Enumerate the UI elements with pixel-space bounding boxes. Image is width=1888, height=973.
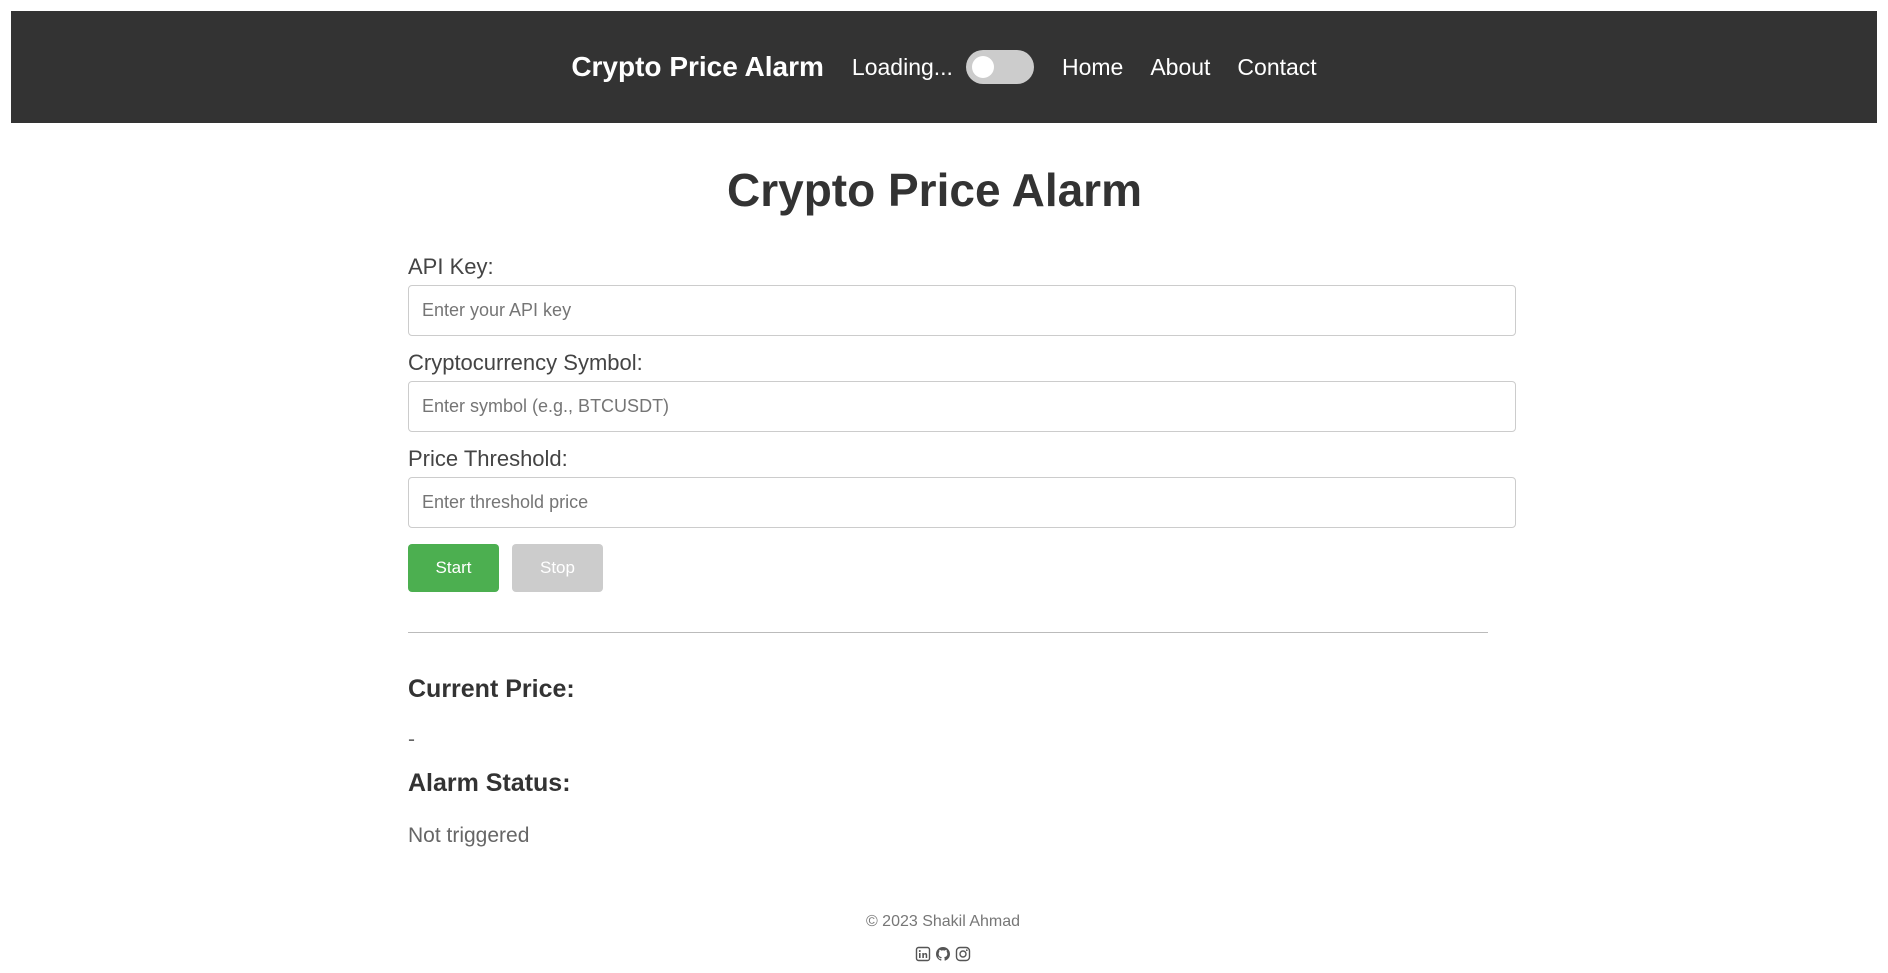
github-icon[interactable] <box>935 946 951 962</box>
navbar: Crypto Price Alarm Loading... Home About… <box>11 11 1877 123</box>
api-key-input[interactable] <box>408 285 1516 336</box>
threshold-label: Price Threshold: <box>408 446 568 471</box>
nav-link-home[interactable]: Home <box>1062 54 1123 81</box>
page-title: Crypto Price Alarm <box>727 164 1142 216</box>
start-button[interactable]: Start <box>408 544 499 592</box>
nav-link-about[interactable]: About <box>1150 54 1210 81</box>
threshold-input[interactable] <box>408 477 1516 528</box>
alarm-status-heading: Alarm Status: <box>408 769 571 797</box>
copyright-text: © 2023 Shakil Ahmad <box>865 913 1021 930</box>
social-links <box>0 946 1888 962</box>
divider <box>408 632 1488 633</box>
theme-toggle[interactable] <box>965 50 1034 84</box>
page: Crypto Price Alarm Loading... Home About… <box>0 0 1888 973</box>
current-price-heading: Current Price: <box>408 675 575 703</box>
brand-title: Crypto Price Alarm <box>571 51 824 82</box>
footer: © 2023 Shakil Ahmad <box>0 913 1888 962</box>
symbol-input[interactable] <box>408 381 1516 432</box>
toggle-knob <box>971 56 994 78</box>
main-content: Crypto Price Alarm API Key: Cryptocurren… <box>408 150 1516 851</box>
alarm-status-value: Not triggered <box>408 824 530 847</box>
nav-link-contact[interactable]: Contact <box>1237 54 1316 81</box>
linkedin-icon[interactable] <box>915 946 931 962</box>
current-price-value: - <box>408 728 415 751</box>
button-group: Start Stop <box>408 544 1516 592</box>
symbol-label: Cryptocurrency Symbol: <box>408 350 643 375</box>
stop-button[interactable]: Stop <box>512 544 603 592</box>
alarm-form: API Key: Cryptocurrency Symbol: Price Th… <box>408 252 1516 592</box>
instagram-icon[interactable] <box>955 946 971 962</box>
api-key-label: API Key: <box>408 254 494 279</box>
loading-text: Loading... <box>851 53 953 80</box>
